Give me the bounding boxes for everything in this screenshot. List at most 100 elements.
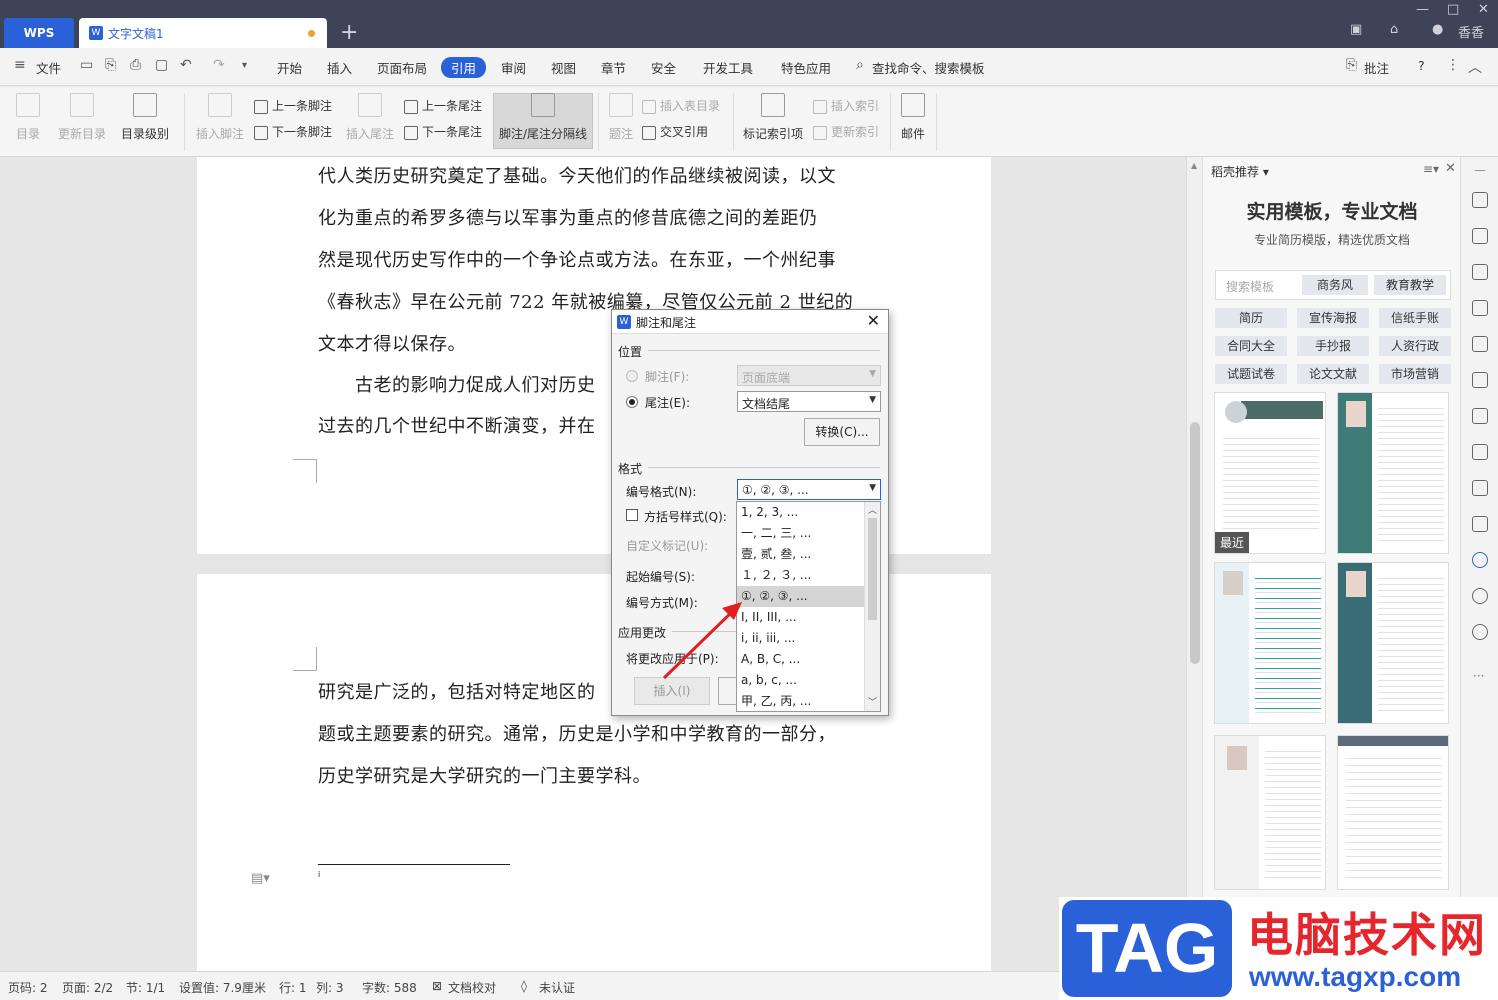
tab-developer[interactable]: 开发工具 <box>703 58 753 77</box>
endnote-position-select[interactable]: 文档结尾 ▼ <box>737 391 881 412</box>
dropdown-option-selected[interactable]: ①, ②, ③, ... <box>737 586 865 607</box>
status-column[interactable]: 列: 3 <box>316 979 344 996</box>
edit-icon[interactable] <box>1472 192 1488 208</box>
dropdown-option[interactable]: 一, 二, 三, ... <box>737 523 865 544</box>
history-icon[interactable] <box>1472 588 1488 604</box>
category-papers[interactable]: 论文文献 <box>1297 364 1369 384</box>
category-hr-admin[interactable]: 人资行政 <box>1379 336 1451 356</box>
status-section[interactable]: 节: 1/1 <box>126 979 165 996</box>
template-thumbnail[interactable]: 最近 <box>1214 392 1326 554</box>
wps-home-tab[interactable]: WPS <box>4 18 74 48</box>
dialog-close-icon[interactable]: ✕ <box>867 311 880 330</box>
archive-icon[interactable] <box>1472 480 1488 496</box>
scroll-up-icon[interactable]: ▲ <box>1191 161 1197 170</box>
dropdown-scrollbar-thumb[interactable] <box>868 518 877 620</box>
ok-button[interactable] <box>718 677 738 705</box>
image-icon[interactable] <box>1472 516 1488 532</box>
dropdown-option[interactable]: i, ii, iii, ... <box>737 628 865 649</box>
number-format-dropdown[interactable]: 1, 2, 3, ... 一, 二, 三, ... 壹, 贰, 叁, ... １… <box>736 501 881 712</box>
mark-index-button[interactable]: 标记索引项 <box>741 93 805 142</box>
category-resume[interactable]: 简历 <box>1215 308 1287 328</box>
tab-chapter[interactable]: 章节 <box>601 58 626 77</box>
print-preview-icon[interactable]: ▢ <box>155 57 168 73</box>
file-menu[interactable]: 文件 <box>36 58 61 77</box>
category-contracts[interactable]: 合同大全 <box>1215 336 1287 356</box>
undo-icon[interactable]: ↶ <box>180 57 192 73</box>
collapse-ribbon-icon[interactable]: ︿ <box>1468 57 1482 77</box>
dropdown-option[interactable]: I, II, III, ... <box>737 607 865 628</box>
update-toc-button[interactable]: 更新目录 <box>56 93 108 142</box>
next-footnote-button[interactable]: 下一条脚注 <box>254 123 332 140</box>
search-tag-education[interactable]: 教育教学 <box>1374 275 1446 295</box>
scrollbar-thumb[interactable] <box>1190 422 1200 664</box>
insert-footnote-button[interactable]: 插入脚注 <box>194 93 246 142</box>
dialog-title-bar[interactable]: W 脚注和尾注 ✕ <box>612 310 888 334</box>
prev-footnote-button[interactable]: 上一条脚注 <box>254 97 332 114</box>
toc-level-button[interactable]: 目录级别 <box>116 93 174 142</box>
document-tab[interactable]: W 文字文稿1 <box>79 18 327 48</box>
translate-icon[interactable] <box>1472 444 1488 460</box>
caption-button[interactable]: 题注 <box>606 93 636 142</box>
insert-endnote-button[interactable]: 插入尾注 <box>344 93 396 142</box>
annotate-button[interactable]: 批注 <box>1364 58 1389 77</box>
template-thumbnail[interactable] <box>1337 735 1449 890</box>
document-icon[interactable] <box>1472 408 1488 424</box>
prev-endnote-button[interactable]: 上一条尾注 <box>404 97 482 114</box>
dropdown-option[interactable]: 壹, 贰, 叁, ... <box>737 544 865 565</box>
status-page[interactable]: 页码: 2 <box>8 979 48 996</box>
template-shop-icon[interactable] <box>1472 552 1488 568</box>
mail-button[interactable]: 邮件 <box>896 93 930 142</box>
category-handwritten[interactable]: 手抄报 <box>1297 336 1369 356</box>
status-setting[interactable]: 设置值: 7.9厘米 <box>179 979 266 996</box>
tab-references[interactable]: 引用 <box>441 57 487 78</box>
maximize-icon[interactable]: □ <box>1447 2 1459 17</box>
format-painter-icon[interactable]: ⎘ <box>105 57 116 73</box>
print-icon[interactable]: ⎙ <box>130 57 141 73</box>
close-icon[interactable]: ✕ <box>1478 2 1489 17</box>
paste-options-icon[interactable]: ▤▾ <box>251 871 270 886</box>
insert-button[interactable]: 插入(I) <box>634 677 710 705</box>
toc-button[interactable]: 目录 <box>10 93 46 142</box>
endnote-radio[interactable] <box>626 396 638 408</box>
panel-close-icon[interactable]: ✕ <box>1445 161 1456 176</box>
tab-page-layout[interactable]: 页面布局 <box>377 58 427 77</box>
menu-icon[interactable]: ≡ <box>14 57 26 73</box>
status-pages[interactable]: 页面: 2/2 <box>62 979 113 996</box>
style-icon[interactable] <box>1472 300 1488 316</box>
document-area[interactable]: 代人类历史研究奠定了基础。今天他们的作品继续被阅读，以文 化为重点的希罗多德与以… <box>0 157 1186 971</box>
status-row[interactable]: 行: 1 <box>279 979 307 996</box>
more-tools-icon[interactable]: ··· <box>1473 669 1484 683</box>
dropdown-option[interactable]: A, B, C, ... <box>737 649 865 670</box>
category-marketing[interactable]: 市场营销 <box>1379 364 1451 384</box>
dropdown-scrollbar[interactable]: ︿ ﹀ <box>864 502 880 711</box>
cursor-icon[interactable] <box>1472 228 1488 244</box>
dropdown-option[interactable]: a, b, c, ... <box>737 670 865 691</box>
document-scrollbar[interactable]: ▲ <box>1186 157 1202 971</box>
customize-toolbar-icon[interactable]: ▾ <box>242 60 247 71</box>
tab-home[interactable]: 开始 <box>277 58 302 77</box>
scroll-up-icon[interactable]: ︿ <box>868 503 877 516</box>
tab-insert[interactable]: 插入 <box>327 58 352 77</box>
dropdown-option[interactable]: 1, 2, 3, ... <box>737 502 865 523</box>
help-button[interactable]: ? <box>1418 58 1425 73</box>
footnote-separator-button[interactable]: 脚注/尾注分隔线 <box>495 93 591 142</box>
template-thumbnail[interactable] <box>1214 562 1326 724</box>
insert-table-toc-button[interactable]: 插入表目录 <box>642 97 720 114</box>
cross-reference-button[interactable]: 交叉引用 <box>642 123 708 140</box>
dropdown-option[interactable]: １, ２, ３, ... <box>737 565 865 586</box>
category-poster[interactable]: 宣传海报 <box>1297 308 1369 328</box>
template-thumbnail[interactable] <box>1214 735 1326 890</box>
panel-menu-icon[interactable]: ≡▾ <box>1423 162 1439 176</box>
panel-header[interactable]: 稻壳推荐 ▾ <box>1211 163 1269 180</box>
template-search-input[interactable]: 搜索模板 商务风 教育教学 <box>1215 270 1451 300</box>
update-index-button[interactable]: 更新索引 <box>813 123 879 140</box>
tab-review[interactable]: 审阅 <box>501 58 526 77</box>
tab-security[interactable]: 安全 <box>651 58 676 77</box>
save-icon[interactable]: ▭ <box>80 57 93 73</box>
skin-icon[interactable]: ⌂ <box>1390 22 1398 37</box>
status-certification[interactable]: 未认证 <box>539 979 575 996</box>
category-stationery[interactable]: 信纸手账 <box>1379 308 1451 328</box>
category-exams[interactable]: 试题试卷 <box>1215 364 1287 384</box>
shapes-icon[interactable] <box>1472 264 1488 280</box>
status-proofread[interactable]: 文档校对 <box>448 979 496 996</box>
